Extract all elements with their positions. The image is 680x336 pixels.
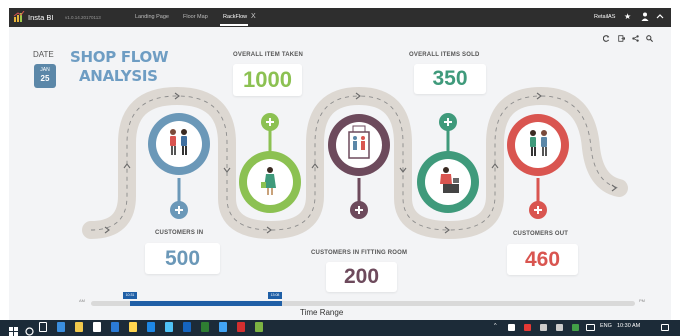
time-range-handle-start[interactable]: 10:31	[123, 292, 137, 299]
notification-icon[interactable]	[661, 324, 669, 331]
stage-item-taken	[239, 113, 301, 213]
stage-customers-in	[148, 113, 210, 219]
kpi-value-customers-in: 500	[145, 243, 220, 274]
mail-icon[interactable]	[111, 322, 119, 332]
taskbar: ^ ENG 10:30 AM	[0, 320, 680, 336]
date-month: JAN	[40, 67, 50, 73]
tray-antivirus-icon[interactable]	[524, 324, 531, 331]
kpi-value-customers-out: 460	[507, 244, 578, 275]
skype-icon[interactable]	[219, 322, 227, 332]
time-range-start-label: AM	[79, 298, 85, 303]
time-range-end-label: PM	[639, 298, 645, 303]
tray-chevron-up-icon[interactable]: ^	[494, 323, 497, 329]
kpi-label-customers-out: CUSTOMERS OUT	[513, 231, 569, 237]
excel-icon[interactable]	[201, 322, 209, 332]
tray-sync-icon[interactable]	[572, 324, 579, 331]
time-range-label: Time Range	[300, 308, 344, 317]
tray-app-icon[interactable]	[508, 324, 515, 331]
insta-bi-taskbar-icon[interactable]	[255, 322, 263, 332]
kpi-value-overall-item-taken: 1000	[233, 64, 302, 96]
kpi-label-overall-item-taken: OVERALL ITEM TAKEN	[233, 52, 304, 58]
stage-items-sold	[417, 113, 479, 213]
notes-icon[interactable]	[129, 322, 137, 332]
file-explorer-icon[interactable]	[75, 322, 83, 332]
time-range-selection[interactable]	[130, 301, 282, 306]
search-icon[interactable]	[25, 323, 34, 336]
store-icon[interactable]	[93, 322, 101, 332]
app-window: Insta BI v1.0.14.20170113 Landing Page F…	[9, 8, 671, 324]
stage-fitting-room	[328, 114, 390, 219]
date-day: 25	[40, 74, 50, 83]
windows-start-icon[interactable]	[9, 323, 18, 336]
language-indicator[interactable]: ENG	[600, 323, 612, 329]
stage-customers-out	[507, 114, 569, 219]
date-badge[interactable]: JAN 25	[34, 64, 56, 88]
chat-icon[interactable]	[147, 322, 155, 332]
powerpoint-icon[interactable]	[237, 322, 245, 332]
kpi-label-customers-in: CUSTOMERS IN	[155, 230, 204, 236]
time-range-handle-end[interactable]: 13:08	[268, 292, 282, 299]
volume-icon[interactable]	[556, 324, 563, 331]
page-title-line1: SHOP FLOW	[70, 48, 169, 66]
tray-network-icon[interactable]	[540, 324, 547, 331]
kpi-value-overall-items-sold: 350	[414, 64, 486, 94]
keyboard-icon[interactable]	[586, 324, 595, 331]
kpi-label-overall-items-sold: OVERALL ITEMS SOLD	[409, 52, 480, 58]
task-view-icon[interactable]	[39, 322, 47, 332]
kpi-label-customers-in-fitting-room: CUSTOMERS IN FITTING ROOM	[311, 250, 408, 256]
app-icon[interactable]	[165, 322, 173, 332]
clock[interactable]: 10:30 AM	[617, 323, 640, 329]
date-label: DATE	[33, 50, 54, 59]
outlook-icon[interactable]	[183, 322, 191, 332]
edge-browser-icon[interactable]	[57, 322, 65, 332]
page-title-line2: ANALYSIS	[79, 67, 158, 85]
kpi-value-customers-in-fitting-room: 200	[326, 262, 397, 292]
